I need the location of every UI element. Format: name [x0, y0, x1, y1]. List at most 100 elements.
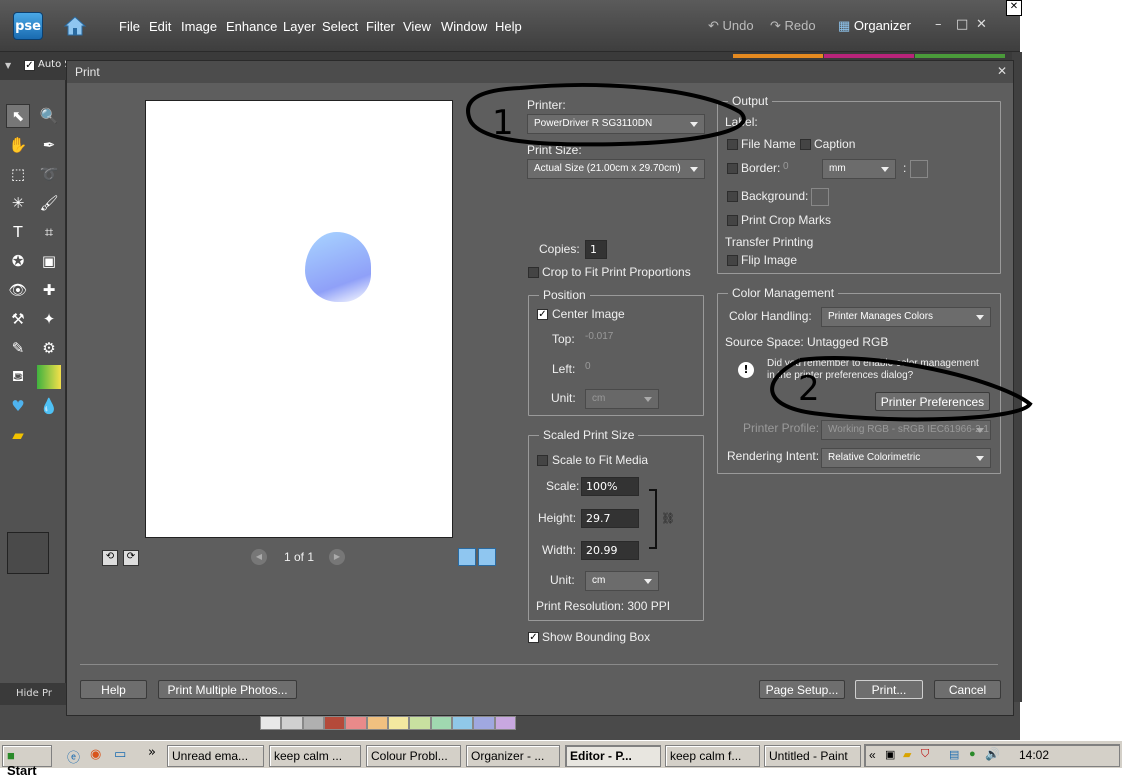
hand-tool-icon[interactable]: ✋ — [6, 133, 30, 157]
menu-file[interactable]: File — [119, 19, 140, 34]
preview-image[interactable] — [305, 232, 371, 302]
link-icon[interactable]: ⛓ — [661, 512, 675, 525]
panel-tab-green[interactable] — [915, 54, 1005, 58]
printer-profile-select[interactable]: Working RGB - sRGB IEC61966-2.1 — [821, 420, 991, 440]
auto-select-checkbox[interactable]: ✓ — [24, 60, 35, 71]
red-eye-tool-icon[interactable]: 👁 — [6, 278, 30, 302]
home-icon[interactable] — [63, 14, 87, 38]
start-button[interactable]: ■ Start — [2, 745, 52, 778]
top-value[interactable]: -0.017 — [585, 331, 613, 342]
undo-button[interactable]: ↶ Undo — [708, 18, 754, 34]
height-input[interactable]: 29.7 — [581, 509, 639, 528]
scaled-unit-select[interactable]: cm — [585, 571, 659, 591]
printer-preferences-button[interactable]: Printer Preferences — [875, 392, 990, 411]
tray-shield-icon[interactable]: ⛉ — [921, 748, 929, 761]
orientation-landscape-icon[interactable] — [478, 548, 496, 566]
eyedropper-tool-icon[interactable]: ✒ — [37, 133, 61, 157]
background-checkbox[interactable] — [727, 191, 738, 202]
tray-folder-icon[interactable]: ▰ — [903, 748, 911, 761]
tray-network-icon[interactable]: ▤ — [949, 748, 959, 761]
zoom-tool-icon[interactable]: 🔍 — [37, 104, 61, 128]
width-input[interactable]: 20.99 — [581, 541, 639, 560]
print-multiple-button[interactable]: Print Multiple Photos... — [158, 680, 297, 699]
move-tool-icon[interactable]: ⬉ — [6, 104, 30, 128]
gradient-tool-icon[interactable] — [37, 365, 61, 389]
panel-tab-magenta[interactable] — [824, 54, 914, 58]
smart-brush-tool-icon[interactable]: ⚙ — [37, 336, 61, 360]
task-keep-calm-2[interactable]: keep calm f... — [665, 745, 760, 767]
maximize-icon[interactable]: □ — [956, 17, 968, 32]
crop-fit-checkbox[interactable] — [528, 267, 539, 278]
printer-select[interactable]: PowerDriver R SG3110DN — [527, 114, 705, 134]
palette-swatch[interactable] — [430, 716, 452, 730]
clone-stamp-tool-icon[interactable]: ⚒ — [6, 307, 30, 331]
scale-input[interactable]: 100% — [581, 477, 639, 496]
flip-image-checkbox[interactable] — [727, 255, 738, 266]
ie-icon[interactable]: ⓔ — [67, 747, 80, 766]
type-tool-icon[interactable]: T — [6, 220, 30, 244]
shape-tool-icon[interactable]: ♥ — [6, 394, 30, 418]
show-bbox-checkbox[interactable]: ✓ — [528, 632, 539, 643]
menu-image[interactable]: Image — [181, 19, 217, 34]
eraser-tool-icon[interactable]: ✦ — [37, 307, 61, 331]
marquee-tool-icon[interactable]: ⬚ — [6, 162, 30, 186]
tray-expand-icon[interactable]: « — [869, 748, 876, 762]
healing-brush-tool-icon[interactable]: ✚ — [37, 278, 61, 302]
position-unit-select[interactable]: cm — [585, 389, 659, 409]
menu-layer[interactable]: Layer — [283, 19, 316, 34]
foreground-color[interactable] — [7, 532, 49, 574]
file-name-checkbox[interactable] — [727, 139, 738, 150]
next-page-icon[interactable]: ▶ — [329, 549, 345, 565]
palette-swatch[interactable] — [451, 716, 474, 730]
tray-app-icon[interactable]: ▣ — [885, 748, 895, 761]
menu-select[interactable]: Select — [322, 19, 358, 34]
background-color-swatch[interactable] — [811, 188, 829, 206]
palette-swatch[interactable] — [494, 716, 516, 730]
volume-icon[interactable]: 🔊 — [985, 747, 1000, 761]
palette-swatch[interactable] — [387, 716, 410, 730]
caption-checkbox[interactable] — [800, 139, 811, 150]
orientation-portrait-icon[interactable] — [458, 548, 476, 566]
tray-status-icon[interactable]: ● — [969, 748, 976, 760]
color-swatches[interactable] — [7, 532, 59, 586]
sponge-tool-icon[interactable]: ▰ — [6, 423, 30, 447]
border-value[interactable]: 0 — [783, 161, 789, 172]
magic-wand-tool-icon[interactable]: ✳ — [6, 191, 30, 215]
close-icon[interactable]: ✕ — [976, 17, 987, 32]
palette-swatch[interactable] — [345, 716, 367, 730]
task-keep-calm-1[interactable]: keep calm ... — [269, 745, 361, 767]
crop-marks-checkbox[interactable] — [727, 215, 738, 226]
color-handling-select[interactable]: Printer Manages Colors — [821, 307, 991, 327]
rotate-left-icon[interactable]: ⟲ — [102, 550, 118, 566]
task-editor[interactable]: Editor - P... — [565, 745, 661, 767]
prev-page-icon[interactable]: ◀ — [251, 549, 267, 565]
border-checkbox[interactable] — [727, 163, 738, 174]
overflow-chevron-icon[interactable]: » — [148, 745, 156, 760]
menu-edit[interactable]: Edit — [149, 19, 171, 34]
selection-brush-tool-icon[interactable]: 🖌 — [37, 191, 61, 215]
rotate-right-icon[interactable]: ⟳ — [123, 550, 139, 566]
cookie-cutter-tool-icon[interactable]: ✪ — [6, 249, 30, 273]
help-button[interactable]: Help — [80, 680, 147, 699]
lasso-tool-icon[interactable]: ➰ — [37, 162, 61, 186]
palette-swatch[interactable] — [323, 716, 346, 730]
palette-swatch[interactable] — [281, 716, 303, 730]
firefox-icon[interactable]: ◉ — [90, 747, 101, 762]
paint-bucket-tool-icon[interactable]: ⛾ — [6, 365, 30, 389]
menu-filter[interactable]: Filter — [366, 19, 395, 34]
scale-fit-checkbox[interactable] — [537, 455, 548, 466]
dialog-close-icon[interactable]: ✕ — [997, 64, 1007, 78]
brush-tool-icon[interactable]: ✎ — [6, 336, 30, 360]
outer-close-icon[interactable]: ✕ — [1006, 0, 1022, 16]
menu-view[interactable]: View — [403, 19, 431, 34]
hide-panel-bar[interactable]: Hide Pr — [0, 683, 66, 705]
menu-window[interactable]: Window — [441, 19, 487, 34]
minimize-icon[interactable]: – — [935, 17, 942, 32]
task-paint[interactable]: Untitled - Paint — [764, 745, 861, 767]
crop-tool-icon[interactable]: ⌗ — [37, 220, 61, 244]
border-unit-select[interactable]: mm — [822, 159, 896, 179]
border-color-swatch[interactable] — [910, 160, 928, 178]
page-setup-button[interactable]: Page Setup... — [759, 680, 845, 699]
redo-button[interactable]: ↷ Redo — [770, 18, 816, 34]
cancel-button[interactable]: Cancel — [934, 680, 1001, 699]
